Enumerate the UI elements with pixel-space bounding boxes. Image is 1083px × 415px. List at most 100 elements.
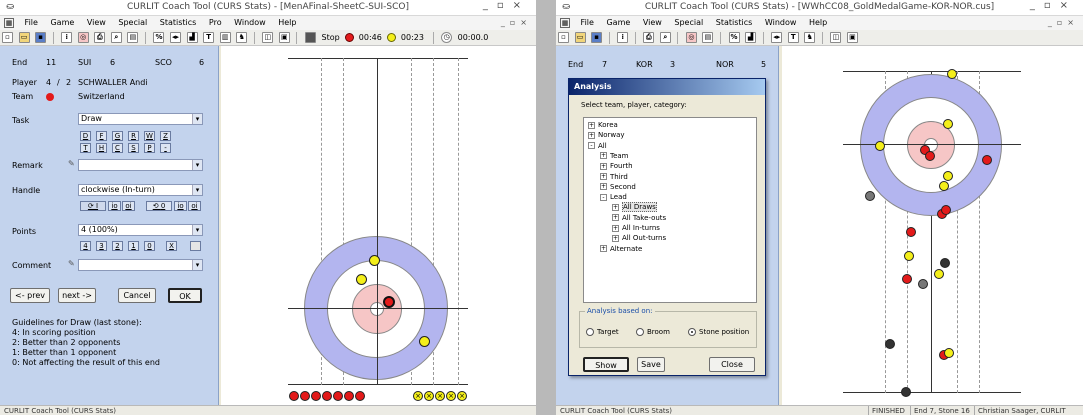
mdi-controls[interactable]: _▫×: [1048, 16, 1079, 30]
stone-marker[interactable]: [902, 274, 912, 284]
task-key-p[interactable]: P: [144, 143, 155, 153]
ok-button[interactable]: OK: [168, 288, 202, 303]
stats-icon[interactable]: ▤: [702, 32, 714, 43]
radio-stone-position[interactable]: Stone position: [688, 328, 749, 337]
handle-key-oi[interactable]: oi: [122, 201, 135, 211]
document-icon[interactable]: ▦: [4, 18, 14, 28]
sheet-icon[interactable]: ▥: [219, 32, 231, 43]
points-key-blank[interactable]: [190, 241, 201, 251]
task-select[interactable]: Draw ▾: [78, 113, 203, 125]
document-icon[interactable]: ▦: [560, 18, 570, 28]
menu-file[interactable]: File: [20, 16, 43, 30]
task-key-d[interactable]: D: [80, 131, 91, 141]
percent-icon[interactable]: %: [728, 32, 740, 43]
target-icon[interactable]: ◎: [685, 32, 697, 43]
expand-icon[interactable]: +: [600, 173, 607, 180]
radio-target[interactable]: Target: [586, 328, 619, 337]
stone-marker[interactable]: [901, 387, 911, 397]
out-turn-button[interactable]: ⟲ 0: [146, 201, 172, 211]
pencil-icon[interactable]: ✎: [68, 259, 75, 268]
open-icon[interactable]: ▭: [18, 32, 30, 43]
handle-key-oi-2[interactable]: oi: [188, 201, 201, 211]
expand-icon[interactable]: +: [600, 183, 607, 191]
tree-item[interactable]: + Korea: [588, 120, 618, 130]
stone-marker[interactable]: [947, 69, 957, 79]
remark-input[interactable]: ▾: [78, 159, 203, 171]
flip-icon[interactable]: ◂▸: [170, 32, 182, 43]
tree-item[interactable]: + All Take-outs: [612, 213, 666, 223]
stone-marker[interactable]: [940, 258, 950, 268]
new-icon[interactable]: ▫: [2, 32, 13, 43]
expand-icon[interactable]: +: [588, 131, 595, 139]
task-key-z[interactable]: Z: [160, 131, 171, 141]
stone-icon[interactable]: ⁝: [61, 32, 73, 43]
menu-special[interactable]: Special: [113, 16, 152, 30]
tree-item[interactable]: + Fourth: [600, 161, 633, 171]
gallery-icon[interactable]: ▣: [846, 32, 858, 43]
new-icon[interactable]: ▫: [558, 32, 569, 43]
expand-icon[interactable]: +: [612, 224, 619, 232]
tree-item[interactable]: + All Draws: [612, 202, 657, 213]
stone-marker[interactable]: [944, 348, 954, 358]
red-stone-selected[interactable]: [383, 296, 395, 308]
points-key-x[interactable]: X: [166, 241, 177, 251]
yellow-stone[interactable]: [369, 255, 380, 266]
stone-marker[interactable]: [904, 251, 914, 261]
players-icon[interactable]: ♞: [804, 32, 816, 43]
players-icon[interactable]: ♞: [236, 32, 248, 43]
collapse-icon[interactable]: -: [588, 142, 595, 150]
prev-button[interactable]: <- prev: [10, 288, 50, 303]
tree-item[interactable]: + Norway: [588, 130, 625, 140]
stone-marker[interactable]: [939, 181, 949, 191]
collapse-icon[interactable]: -: [600, 193, 607, 201]
menu-pro[interactable]: Pro: [204, 16, 227, 30]
menu-help[interactable]: Help: [804, 16, 832, 30]
yellow-stone[interactable]: [356, 274, 367, 285]
gallery-icon[interactable]: ▣: [278, 32, 290, 43]
in-turn-button[interactable]: ⟳ I: [80, 201, 106, 211]
menu-view[interactable]: View: [638, 16, 667, 30]
expand-icon[interactable]: +: [612, 203, 619, 211]
text-icon[interactable]: T: [787, 32, 799, 43]
menu-game[interactable]: Game: [601, 16, 635, 30]
menu-game[interactable]: Game: [45, 16, 79, 30]
stone-marker[interactable]: [906, 227, 916, 237]
left-sheet-view[interactable]: × × × × ×: [221, 46, 536, 405]
stats-icon[interactable]: ▤: [127, 32, 139, 43]
task-key-f[interactable]: F: [96, 131, 107, 141]
stone-marker[interactable]: [941, 205, 951, 215]
task-key-s[interactable]: S: [128, 143, 139, 153]
expand-icon[interactable]: +: [600, 245, 607, 253]
points-key-1[interactable]: 1: [128, 241, 139, 251]
chart-icon[interactable]: ▟: [186, 32, 198, 43]
menu-window[interactable]: Window: [229, 16, 271, 30]
task-key-t[interactable]: T: [80, 143, 91, 153]
tree-item[interactable]: - All: [588, 141, 607, 151]
show-button[interactable]: Show: [583, 357, 629, 372]
camera-icon[interactable]: ◫: [262, 32, 274, 43]
tree-item[interactable]: + Alternate: [600, 244, 642, 254]
points-key-0[interactable]: 0: [144, 241, 155, 251]
expand-icon[interactable]: +: [600, 162, 607, 170]
right-sheet-view[interactable]: [782, 46, 1083, 405]
stone-marker[interactable]: [885, 339, 895, 349]
points-key-4[interactable]: 4: [80, 241, 91, 251]
task-key-dash[interactable]: -: [160, 143, 171, 153]
stop-icon[interactable]: [304, 32, 316, 43]
menu-special[interactable]: Special: [669, 16, 708, 30]
handle-key-io[interactable]: io: [108, 201, 121, 211]
handle-key-io-2[interactable]: io: [174, 201, 187, 211]
tree-item[interactable]: + All Out-turns: [612, 233, 666, 243]
camera-icon[interactable]: ◫: [830, 32, 842, 43]
stone-marker[interactable]: [865, 191, 875, 201]
stone-marker[interactable]: [982, 155, 992, 165]
print-icon[interactable]: ⎙: [643, 32, 655, 43]
task-key-c[interactable]: C: [112, 143, 123, 153]
save-icon[interactable]: ▪: [591, 32, 603, 43]
chart-icon[interactable]: ▟: [745, 32, 757, 43]
preview-icon[interactable]: ⌕: [110, 32, 122, 43]
menu-statistics[interactable]: Statistics: [155, 16, 202, 30]
cancel-button[interactable]: Cancel: [118, 288, 156, 303]
pencil-icon[interactable]: ✎: [68, 159, 75, 168]
tree-item[interactable]: + All In-turns: [612, 223, 660, 233]
